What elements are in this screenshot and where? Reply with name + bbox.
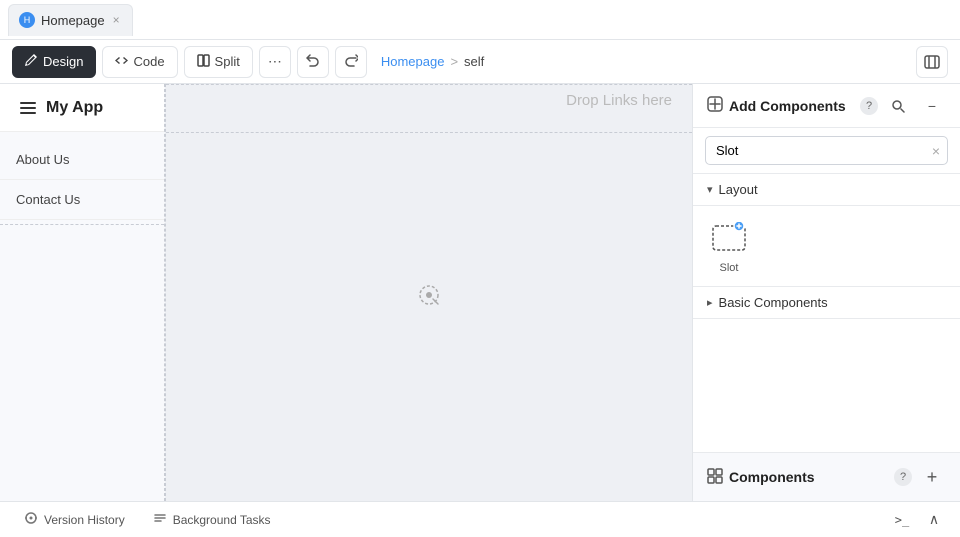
basic-components-title: Basic Components: [719, 295, 828, 310]
layout-section-title: Layout: [719, 182, 758, 197]
cursor-indicator: [418, 284, 440, 312]
layout-chevron-icon: ▾: [707, 183, 713, 196]
slot-icon: [705, 218, 753, 258]
basic-components-section-header[interactable]: ▸ Basic Components: [693, 287, 960, 319]
collapse-bottom-button[interactable]: ∧: [920, 506, 948, 534]
split-label: Split: [215, 54, 240, 69]
nav-items: About Us Contact Us: [0, 132, 164, 237]
add-components-header: Add Components ? −: [693, 84, 960, 128]
search-input[interactable]: [705, 136, 948, 165]
slot-label: Slot: [720, 262, 739, 274]
undo-icon: [306, 53, 320, 70]
split-icon: [197, 54, 210, 70]
main-layout: My App About Us Contact Us Drop Links he…: [0, 84, 960, 501]
code-button[interactable]: Code: [102, 46, 177, 78]
undo-button[interactable]: [297, 46, 329, 78]
components-grid: Slot: [693, 206, 960, 287]
design-icon: [25, 54, 38, 70]
minimize-panel-button[interactable]: −: [918, 92, 946, 120]
hamburger-icon[interactable]: [20, 102, 36, 114]
tab-close-button[interactable]: ×: [111, 11, 122, 29]
breadcrumb-current: self: [464, 54, 484, 69]
components-footer: Components ? +: [693, 452, 960, 501]
right-panel: Add Components ? − × ▾ Layout: [692, 84, 960, 501]
components-help[interactable]: ?: [894, 468, 912, 486]
code-icon: [115, 54, 128, 70]
background-tasks-icon: [153, 511, 167, 528]
breadcrumb: Homepage > self: [381, 54, 484, 69]
terminal-button[interactable]: >_: [888, 506, 916, 534]
search-bar: ×: [693, 128, 960, 174]
version-history-tab[interactable]: Version History: [12, 507, 137, 532]
version-history-label: Version History: [44, 513, 125, 527]
redo-button[interactable]: [335, 46, 367, 78]
tab-bar: H Homepage ×: [0, 0, 960, 40]
add-components-title: Add Components: [729, 98, 854, 114]
code-label: Code: [133, 54, 164, 69]
breadcrumb-separator: >: [450, 54, 458, 69]
app-header-row: My App: [0, 84, 164, 132]
panel-content-spacer: [693, 319, 960, 452]
toggle-panels-button[interactable]: [916, 46, 948, 78]
layout-section-header[interactable]: ▾ Layout: [693, 174, 960, 206]
bottom-bar: Version History Background Tasks >_ ∧: [0, 501, 960, 537]
tab-favicon: H: [19, 12, 35, 28]
more-options-button[interactable]: ⋯: [259, 46, 291, 78]
slot-component[interactable]: Slot: [705, 218, 753, 274]
add-components-icon: [707, 96, 723, 115]
components-footer-icon: [707, 468, 723, 487]
app-header-left: My App: [20, 99, 103, 117]
nav-item-about[interactable]: About Us: [0, 140, 164, 180]
app-title: My App: [46, 99, 103, 117]
app-sidebar: My App About Us Contact Us: [0, 84, 165, 501]
collapse-icon: ∧: [929, 511, 939, 528]
redo-icon: [344, 53, 358, 70]
search-clear-button[interactable]: ×: [932, 143, 940, 159]
add-component-button[interactable]: +: [918, 463, 946, 491]
background-tasks-tab[interactable]: Background Tasks: [141, 507, 283, 532]
more-icon: ⋯: [268, 53, 282, 70]
terminal-icon: >_: [895, 513, 909, 527]
design-label: Design: [43, 54, 83, 69]
design-button[interactable]: Design: [12, 46, 96, 78]
preview-area: My App About Us Contact Us Drop Links he…: [0, 84, 692, 501]
split-button[interactable]: Split: [184, 46, 253, 78]
search-panel-button[interactable]: [884, 92, 912, 120]
drop-links-label: Drop Links here: [566, 92, 672, 109]
nav-item-contact[interactable]: Contact Us: [0, 180, 164, 220]
background-tasks-label: Background Tasks: [173, 513, 271, 527]
canvas-area[interactable]: Drop Links here: [165, 84, 692, 501]
breadcrumb-home[interactable]: Homepage: [381, 54, 445, 69]
add-components-help[interactable]: ?: [860, 97, 878, 115]
slot-divider: [0, 224, 164, 225]
homepage-tab[interactable]: H Homepage ×: [8, 4, 133, 36]
components-footer-title: Components: [729, 469, 888, 485]
version-history-icon: [24, 511, 38, 528]
tab-title: Homepage: [41, 13, 105, 28]
basic-components-chevron-icon: ▸: [707, 296, 713, 309]
toolbar: Design Code Split ⋯: [0, 40, 960, 84]
